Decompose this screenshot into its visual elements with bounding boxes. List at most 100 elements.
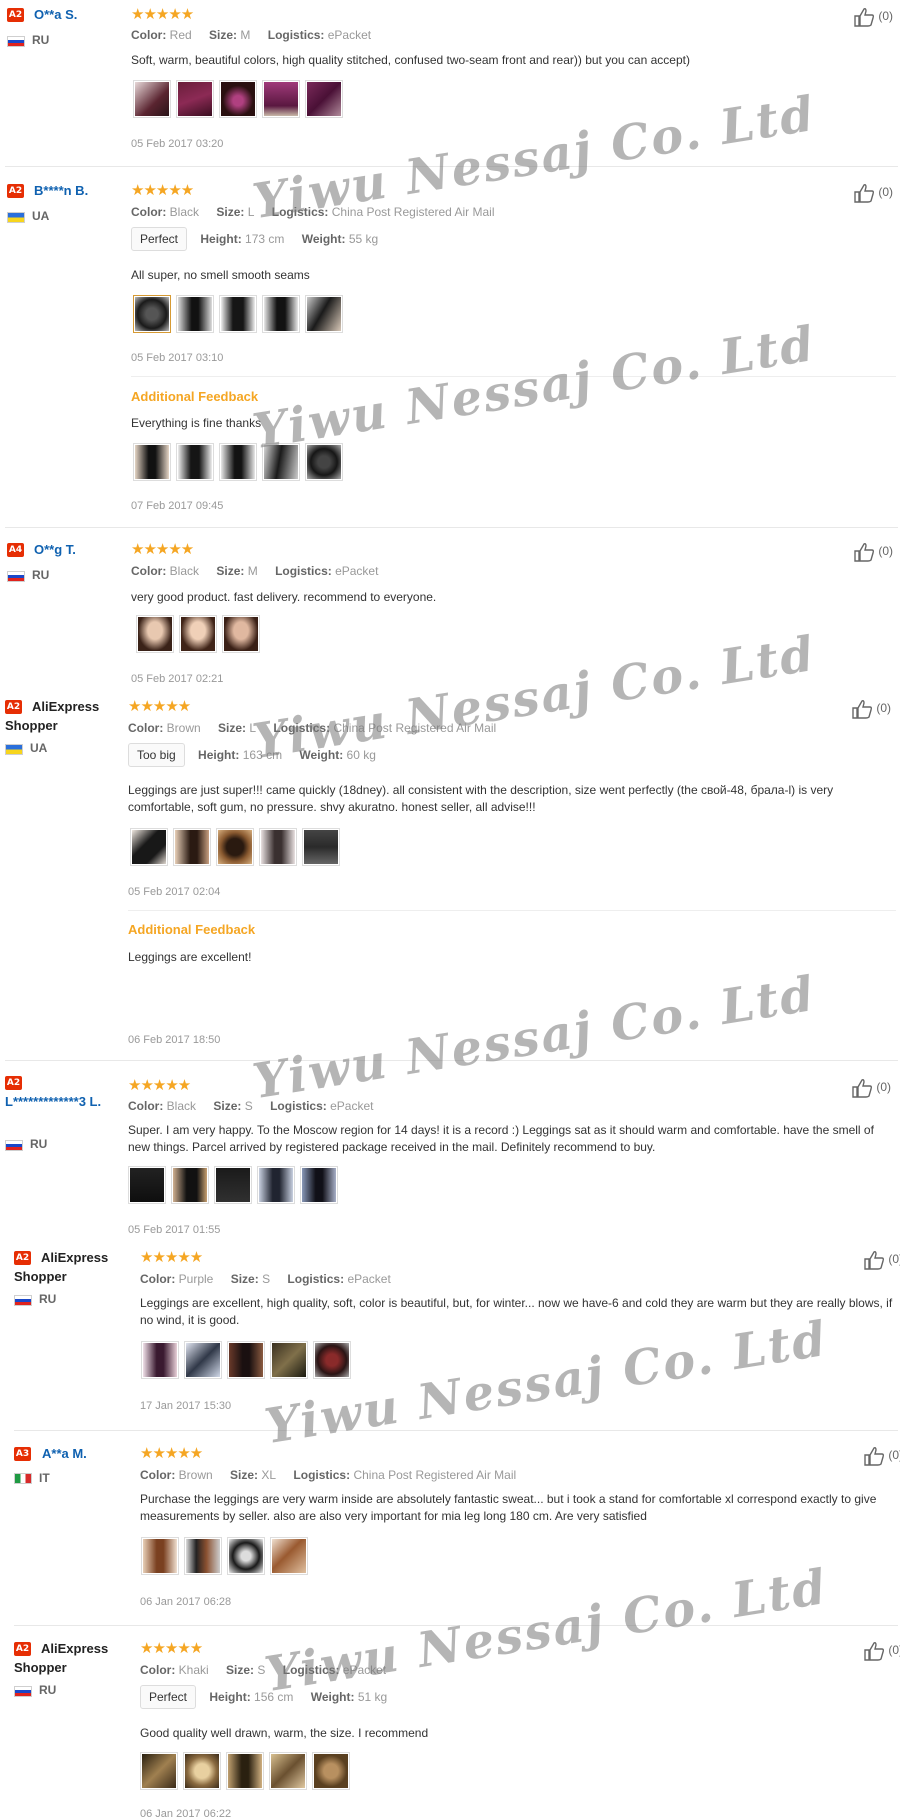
review-photo-thumbnail[interactable] [257,1166,295,1204]
reviewer-name[interactable]: O**g T. [34,540,76,559]
review-photo-thumbnail[interactable] [269,1752,307,1790]
review-photo-thumbnail[interactable] [214,1166,252,1204]
review-photos [136,615,260,653]
review-photo-thumbnail[interactable] [141,1537,179,1575]
weight-value: 60 kg [346,748,376,762]
review-photo-thumbnail[interactable] [128,1166,166,1204]
review-photo-thumbnail[interactable] [184,1341,222,1379]
review-photo-thumbnail[interactable] [133,80,171,118]
reviewer-country: IT [39,1471,50,1485]
reviewer-name[interactable]: A**a M. [42,1444,87,1463]
review-photo-thumbnail[interactable] [140,1752,178,1790]
country-flag-icon [14,1295,32,1306]
reviewer-name[interactable]: AliExpress Shopper [5,697,110,735]
logistics-value: China Post Registered Air Mail [353,1468,517,1482]
review-photo-thumbnail[interactable] [133,295,171,333]
reviewer-name[interactable]: O**a S. [34,5,77,24]
helpful-like-button[interactable]: (0) [863,1446,900,1466]
review-photo-thumbnail[interactable] [176,80,214,118]
reviewer-country: UA [32,209,50,223]
country-flag-icon [7,212,25,223]
helpful-like-button[interactable]: (0) [851,1078,891,1098]
review-photo-thumbnail[interactable] [312,1752,350,1790]
review-photo-thumbnail[interactable] [305,443,343,481]
color-value: Brown [166,721,201,735]
review-photo-thumbnail[interactable] [270,1537,308,1575]
reviewer-country: RU [39,1292,57,1306]
review-photo-thumbnail[interactable] [227,1341,265,1379]
helpful-like-button[interactable]: (0) [863,1641,900,1661]
review-photo-thumbnail[interactable] [173,828,211,866]
feedback-divider [128,910,896,911]
reviewer-name[interactable]: AliExpress Shopper [14,1248,119,1286]
review-photo-thumbnail[interactable] [219,443,257,481]
reviewer-country: RU [32,568,50,582]
review-photo-thumbnail[interactable] [219,80,257,118]
country-flag-icon [5,744,23,755]
buyer-level-badge: A2 [7,184,24,198]
review-photos [141,1537,308,1575]
review-photo-thumbnail[interactable] [176,295,214,333]
review-photo-thumbnail[interactable] [262,80,300,118]
review-photo-thumbnail[interactable] [313,1341,351,1379]
review-photo-thumbnail[interactable] [184,1537,222,1575]
review-card: A2 AliExpress Shopper RU ★★★★★ (0) Color… [0,1245,900,1430]
like-count: (0) [878,9,894,24]
review-photos [141,1341,351,1379]
review-photo-thumbnail[interactable] [176,443,214,481]
reviewer-country: UA [30,741,48,755]
rating-stars: ★★★★★ [140,1639,203,1657]
country-flag-icon [14,1686,32,1697]
review-photo-thumbnail[interactable] [136,615,174,653]
buyer-level-badge: A3 [14,1447,31,1461]
review-photo-thumbnail[interactable] [259,828,297,866]
review-photo-thumbnail[interactable] [222,615,260,653]
review-photo-thumbnail[interactable] [183,1752,221,1790]
review-photo-thumbnail[interactable] [305,295,343,333]
review-photo-thumbnail[interactable] [305,80,343,118]
review-photo-thumbnail[interactable] [219,295,257,333]
review-photo-thumbnail[interactable] [141,1341,179,1379]
review-date: 06 Jan 2017 06:28 [140,1596,232,1608]
additional-feedback-text: Leggings are excellent! [128,950,252,964]
review-divider [5,1060,898,1061]
helpful-like-button[interactable]: (0) [853,7,893,27]
review-text: Leggings are just super!!! came quickly … [128,783,834,814]
color-value: Red [169,28,192,42]
order-info: Color: Red Size: M Logistics: ePacket [131,28,372,42]
reviewer-name[interactable]: L*************3 L. [5,1092,130,1111]
review-photo-thumbnail[interactable] [270,1341,308,1379]
review-photo-thumbnail[interactable] [262,295,300,333]
size-value: M [240,28,251,42]
feedback-date: 06 Feb 2017 18:50 [128,1034,221,1046]
reviewer-name[interactable]: B****n B. [34,181,88,200]
review-photo-thumbnail[interactable] [179,615,217,653]
order-info: Color: Purple Size: S Logistics: ePacket [140,1272,391,1286]
helpful-like-button[interactable]: (0) [851,699,891,719]
helpful-like-button[interactable]: (0) [853,183,893,203]
review-date: 06 Jan 2017 06:22 [140,1808,232,1820]
review-photo-thumbnail[interactable] [227,1537,265,1575]
review-card: A4 O**g T. RU ★★★★★ (0) Color: Black Siz… [0,537,900,690]
like-count: (0) [876,1080,892,1095]
helpful-like-button[interactable]: (0) [863,1250,900,1270]
review-photo-thumbnail[interactable] [302,828,340,866]
review-photo-thumbnail[interactable] [262,443,300,481]
color-value: Brown [178,1468,213,1482]
reviewer-name[interactable]: AliExpress Shopper [14,1639,119,1677]
review-text: Super. I am very happy. To the Moscow re… [128,1123,874,1154]
review-photo-thumbnail[interactable] [216,828,254,866]
rating-stars: ★★★★★ [131,5,194,23]
fit-info: Perfect Height: 156 cm Weight: 51 kg [140,1685,387,1709]
review-photo-thumbnail[interactable] [171,1166,209,1204]
size-value: M [247,564,258,578]
review-photo-thumbnail[interactable] [226,1752,264,1790]
rating-stars: ★★★★★ [128,1076,191,1094]
helpful-like-button[interactable]: (0) [853,542,893,562]
color-value: Black [166,1099,197,1113]
additional-feedback-title: Additional Feedback [131,389,259,404]
review-photo-thumbnail[interactable] [300,1166,338,1204]
review-photo-thumbnail[interactable] [133,443,171,481]
like-count: (0) [878,544,894,559]
review-photo-thumbnail[interactable] [130,828,168,866]
